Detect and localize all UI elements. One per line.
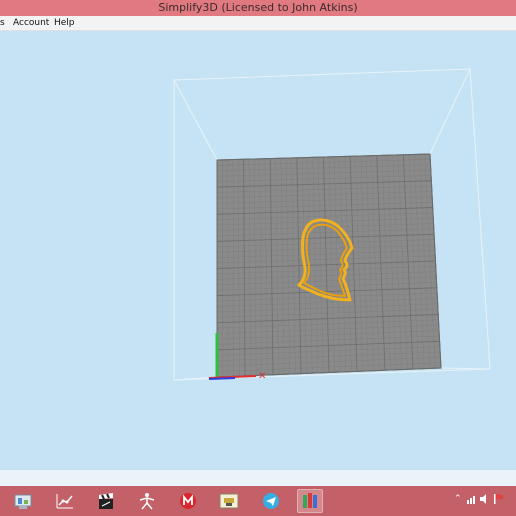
network-icon[interactable] xyxy=(467,494,477,507)
menu-item-account[interactable]: Account xyxy=(13,16,49,30)
running-figure-icon xyxy=(139,493,155,510)
taskbar-app-7[interactable] xyxy=(297,489,323,513)
3d-viewport[interactable]: ✕ xyxy=(0,31,516,485)
taskbar-app-2[interactable] xyxy=(93,489,119,513)
telegram-icon xyxy=(263,493,279,509)
menu-item-partial[interactable]: s xyxy=(0,16,5,30)
taskbar-app-6[interactable] xyxy=(258,489,284,513)
film-clapper-icon xyxy=(99,493,113,509)
taskbar-app-0[interactable] xyxy=(10,489,36,513)
taskbar-app-4[interactable] xyxy=(175,489,201,513)
y-axis-line xyxy=(208,377,236,380)
control-panel-icon xyxy=(14,494,32,509)
chevron-up-icon[interactable]: ⌃ xyxy=(454,494,462,504)
mega-m-icon xyxy=(180,493,196,509)
taskbar-app-5[interactable] xyxy=(216,489,242,513)
simplify3d-icon xyxy=(303,493,317,508)
status-strip xyxy=(0,470,516,486)
window-title: Simplify3D (Licensed to John Atkins) xyxy=(158,1,358,14)
flag-icon[interactable] xyxy=(494,494,504,507)
viewport-canvas[interactable]: ✕ xyxy=(0,31,516,485)
window-titlebar[interactable]: Simplify3D (Licensed to John Atkins) xyxy=(0,0,516,16)
taskbar-app-1[interactable] xyxy=(52,489,78,513)
menu-bar: s Account Help xyxy=(0,16,516,31)
print-bed xyxy=(216,153,442,378)
windows-taskbar: ⌃ xyxy=(0,486,516,516)
volume-icon[interactable] xyxy=(480,494,490,507)
graph-app-icon xyxy=(56,494,73,509)
printer-app-icon xyxy=(219,493,239,509)
x-axis-marker: ✕ xyxy=(258,371,266,382)
taskbar-app-3[interactable] xyxy=(134,489,160,513)
menu-item-help[interactable]: Help xyxy=(54,16,75,30)
